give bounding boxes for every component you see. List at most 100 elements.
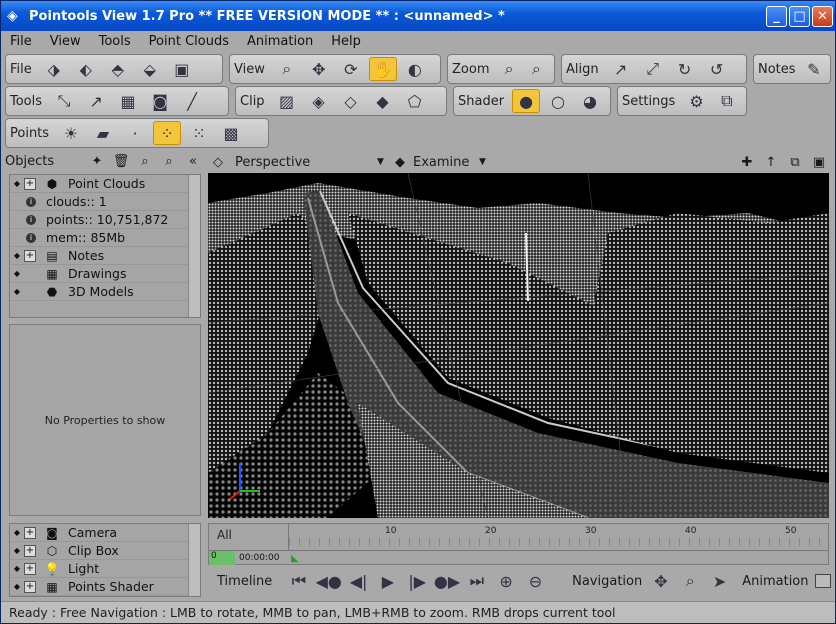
- rotate-x-icon[interactable]: ↻: [671, 57, 699, 81]
- go-end-icon[interactable]: ⏭: [464, 569, 489, 593]
- save-icon[interactable]: ▣: [168, 57, 196, 81]
- timeline-ruler[interactable]: 10 20 30 40 50: [289, 524, 828, 550]
- shade-flat-icon[interactable]: ○: [544, 89, 572, 113]
- intensity-icon[interactable]: ▰: [89, 121, 117, 145]
- close-button[interactable]: ✕: [812, 5, 833, 27]
- point-large-icon[interactable]: ⁙: [185, 121, 213, 145]
- tree-item-light[interactable]: ◆ + 💡 Light: [10, 560, 200, 578]
- maximize-button[interactable]: □: [789, 5, 810, 27]
- navigate-zoom-icon[interactable]: ⌕: [678, 569, 703, 593]
- expand-icon[interactable]: +: [24, 562, 36, 575]
- tree-item-camera[interactable]: ◆ + ◙ Camera: [10, 524, 200, 542]
- expand-icon[interactable]: +: [24, 580, 36, 593]
- tree-item-point-clouds[interactable]: ◆ + ⬢ Point Clouds: [10, 175, 200, 193]
- zoom-view-icon[interactable]: ⌕: [273, 57, 301, 81]
- zoom-extents-icon[interactable]: ⌕: [525, 57, 548, 81]
- 3d-view-icon[interactable]: ◐: [401, 57, 429, 81]
- chevron-down-icon[interactable]: ▼: [479, 157, 493, 167]
- expand-icon[interactable]: +: [24, 177, 36, 190]
- menu-help[interactable]: Help: [322, 34, 370, 49]
- arrow-up-icon[interactable]: ↑: [759, 155, 783, 170]
- find-icon[interactable]: ⌕: [157, 154, 181, 169]
- next-key-icon[interactable]: ●▶: [434, 569, 460, 593]
- plus-icon[interactable]: ✚: [735, 155, 759, 170]
- pointer-icon[interactable]: ➤: [707, 569, 732, 593]
- scene-tree-scrollbar[interactable]: [188, 524, 200, 596]
- playhead-icon[interactable]: ◣: [291, 553, 299, 564]
- play-icon[interactable]: ▶: [375, 569, 400, 593]
- tree-item-clip-box[interactable]: ◆ + ⬡ Clip Box: [10, 542, 200, 560]
- objects-tool-icon[interactable]: ✦: [85, 154, 109, 169]
- timeline-track[interactable]: ◣: [289, 550, 828, 564]
- object-tree: ◆ + ⬢ Point Clouds i clouds:: 1 i points…: [9, 174, 201, 318]
- line-icon[interactable]: ╱: [178, 89, 206, 113]
- point-small-icon[interactable]: ⋅: [121, 121, 149, 145]
- navigate-pan-icon[interactable]: ✥: [648, 569, 673, 593]
- menu-view[interactable]: View: [41, 34, 90, 49]
- import-icon[interactable]: ⬘: [104, 57, 132, 81]
- collapse-icon[interactable]: «: [181, 154, 205, 169]
- align-axis-icon[interactable]: ⤢: [639, 57, 667, 81]
- pick-icon[interactable]: ↗: [82, 89, 110, 113]
- timeline-label: Timeline: [217, 573, 273, 589]
- go-start-icon[interactable]: ⏮: [286, 569, 311, 593]
- shade-on-icon[interactable]: ●: [512, 89, 541, 113]
- menu-bar: File View Tools Point Clouds Animation H…: [1, 31, 835, 51]
- mode-dropdown[interactable]: Examine: [409, 155, 479, 170]
- colour-icon[interactable]: ▩: [217, 121, 245, 145]
- windows-icon[interactable]: ⧉: [714, 89, 740, 113]
- search-icon[interactable]: ⌕: [133, 154, 157, 169]
- expand-icon[interactable]: +: [24, 544, 36, 557]
- light-icon: 💡: [44, 561, 60, 576]
- menu-animation[interactable]: Animation: [238, 34, 322, 49]
- tree-item-points-shader[interactable]: ◆ + ▦ Points Shader: [10, 578, 200, 596]
- export-icon[interactable]: ⬙: [136, 57, 164, 81]
- trash-icon[interactable]: 🗑: [109, 154, 133, 169]
- projection-dropdown[interactable]: Perspective: [229, 155, 377, 170]
- menu-point-clouds[interactable]: Point Clouds: [140, 34, 238, 49]
- tree-item-drawings[interactable]: ◆ ▦ Drawings: [10, 265, 200, 283]
- tree-scrollbar[interactable]: [188, 175, 200, 317]
- zoom-window-icon[interactable]: ⌕: [497, 57, 520, 81]
- menu-file[interactable]: File: [1, 34, 41, 49]
- tree-item-notes[interactable]: ◆ + ▤ Notes: [10, 247, 200, 265]
- minimize-button[interactable]: _: [766, 5, 787, 27]
- pan-icon[interactable]: ✥: [305, 57, 333, 81]
- prev-key-icon[interactable]: ◀●: [316, 569, 342, 593]
- step-back-icon[interactable]: ◀|: [346, 569, 371, 593]
- rotate-icon[interactable]: ⟳: [337, 57, 365, 81]
- tree-label: Light: [68, 561, 100, 576]
- file-toolbar-label: File: [10, 61, 32, 77]
- menu-tools[interactable]: Tools: [90, 34, 140, 49]
- clip-reset-icon[interactable]: ⬠: [401, 89, 429, 113]
- new-icon[interactable]: ⬖: [72, 57, 100, 81]
- camera-tool-icon[interactable]: ◙: [146, 89, 174, 113]
- tree-item-3d-models[interactable]: ◆ ⬣ 3D Models: [10, 283, 200, 301]
- 3d-viewport[interactable]: [208, 173, 829, 518]
- open-icon[interactable]: ⬗: [40, 57, 68, 81]
- expand-icon[interactable]: +: [24, 526, 36, 539]
- align-point-icon[interactable]: ↗: [607, 57, 635, 81]
- gear-icon[interactable]: ⚙: [683, 89, 709, 113]
- remove-key-icon[interactable]: ⊖: [523, 569, 548, 593]
- point-medium-icon[interactable]: ⁘: [153, 121, 182, 145]
- step-forward-icon[interactable]: |▶: [405, 569, 430, 593]
- clip-inside-icon[interactable]: ◈: [305, 89, 333, 113]
- rotate-y-icon[interactable]: ↺: [703, 57, 731, 81]
- clip-outside-icon[interactable]: ◇: [337, 89, 365, 113]
- measure-icon[interactable]: ⤡: [50, 89, 78, 113]
- chevron-down-icon[interactable]: ▼: [377, 157, 391, 167]
- lighting-icon[interactable]: ☀: [57, 121, 85, 145]
- add-key-icon[interactable]: ⊕: [493, 569, 518, 593]
- clip-plane-icon[interactable]: ◆: [369, 89, 397, 113]
- clip-box-tool-icon[interactable]: ▨: [273, 89, 301, 113]
- expand-icon[interactable]: +: [24, 249, 36, 262]
- snapshot-icon[interactable]: ▦: [114, 89, 142, 113]
- hand-icon[interactable]: ✋: [368, 57, 397, 81]
- add-note-icon[interactable]: ✎: [804, 57, 824, 81]
- bullet-icon: ◆: [13, 546, 21, 555]
- fullscreen-icon[interactable]: ▣: [807, 155, 831, 170]
- light-tool-icon[interactable]: ◕: [576, 89, 604, 113]
- maximize-view-icon[interactable]: ⧉: [783, 155, 807, 170]
- animation-toggle[interactable]: [814, 574, 831, 588]
